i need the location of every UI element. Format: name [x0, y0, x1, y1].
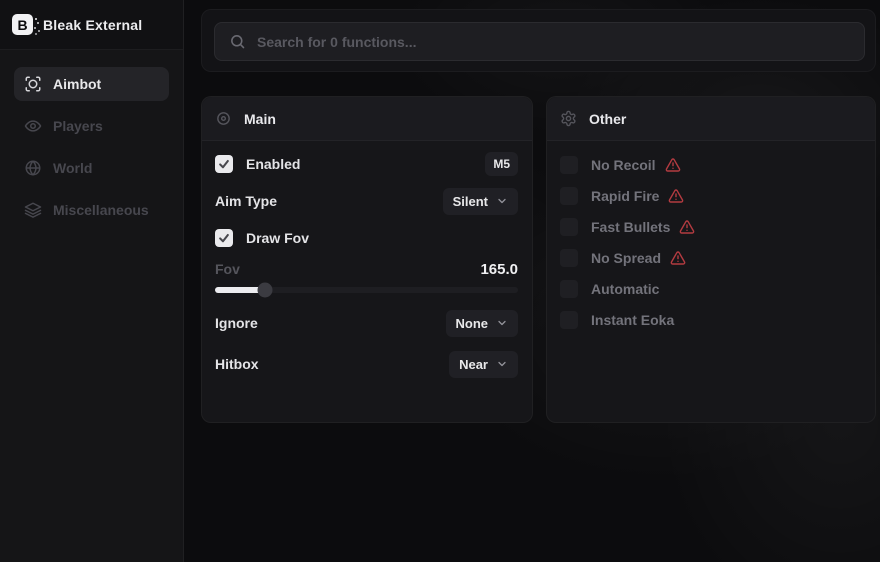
search-icon — [229, 33, 246, 50]
automatic-row: Automatic — [560, 277, 861, 301]
search-box[interactable] — [214, 22, 865, 61]
fov-label: Fov — [215, 261, 240, 277]
ignore-value: None — [456, 316, 489, 331]
panel-other-body: No Recoil Rapid Fire Fast Bullets No Spr… — [547, 153, 875, 332]
automatic-checkbox[interactable] — [560, 280, 578, 298]
draw-fov-checkbox[interactable] — [215, 229, 233, 247]
sidebar-item-label: World — [53, 160, 92, 176]
fov-slider-handle[interactable] — [257, 283, 272, 298]
ignore-select[interactable]: None — [446, 310, 519, 337]
aim-type-label: Aim Type — [215, 193, 277, 209]
panel-other-header: Other — [547, 97, 875, 141]
chevron-down-icon — [496, 317, 508, 329]
panel-title: Other — [589, 111, 626, 127]
aim-type-row: Aim Type Silent — [215, 187, 518, 215]
no-spread-label: No Spread — [591, 250, 661, 266]
panel-title: Main — [244, 111, 276, 127]
focus-icon — [24, 75, 42, 93]
fast-bullets-checkbox[interactable] — [560, 218, 578, 236]
check-icon — [218, 158, 230, 170]
hitbox-select[interactable]: Near — [449, 351, 518, 378]
check-icon — [218, 232, 230, 244]
no-spread-row: No Spread — [560, 246, 861, 270]
search-input[interactable] — [257, 34, 850, 50]
aim-type-select[interactable]: Silent — [443, 188, 518, 215]
fov-row: Fov 165.0 — [215, 259, 518, 279]
no-spread-checkbox[interactable] — [560, 249, 578, 267]
sidebar-nav: Aimbot Players World Miscellaneous — [0, 50, 183, 227]
sidebar: B Bleak External Aimbot Players World M — [0, 0, 184, 562]
no-recoil-label: No Recoil — [591, 157, 656, 173]
rapid-fire-row: Rapid Fire — [560, 184, 861, 208]
chevron-down-icon — [496, 195, 508, 207]
panel-main-header: Main — [202, 97, 532, 141]
sidebar-item-label: Aimbot — [53, 76, 101, 92]
panel-main-body: Enabled M5 Aim Type Silent Draw Fov Fov … — [202, 141, 532, 378]
fov-slider[interactable] — [215, 283, 518, 297]
target-icon — [215, 110, 232, 127]
enabled-label: Enabled — [246, 156, 300, 172]
sidebar-item-label: Miscellaneous — [53, 202, 149, 218]
app-logo: B — [12, 14, 33, 35]
draw-fov-label: Draw Fov — [246, 230, 309, 246]
draw-fov-row: Draw Fov — [215, 225, 518, 251]
sidebar-item-world[interactable]: World — [14, 151, 169, 185]
fov-value: 165.0 — [480, 261, 518, 278]
no-recoil-row: No Recoil — [560, 153, 861, 177]
ignore-label: Ignore — [215, 315, 258, 331]
enabled-row: Enabled M5 — [215, 151, 518, 177]
warning-icon — [670, 250, 686, 266]
sidebar-header: B Bleak External — [0, 0, 183, 50]
hitbox-label: Hitbox — [215, 356, 259, 372]
warning-icon — [665, 157, 681, 173]
panel-other: Other No Recoil Rapid Fire Fast Bullets — [546, 96, 876, 423]
sidebar-item-miscellaneous[interactable]: Miscellaneous — [14, 193, 169, 227]
rapid-fire-label: Rapid Fire — [591, 188, 659, 204]
warning-icon — [679, 219, 695, 235]
instant-eoka-label: Instant Eoka — [591, 312, 674, 328]
warning-icon — [668, 188, 684, 204]
aim-type-value: Silent — [453, 194, 488, 209]
eye-icon — [24, 117, 42, 135]
enabled-keybind-button[interactable]: M5 — [485, 152, 518, 176]
enabled-checkbox[interactable] — [215, 155, 233, 173]
fast-bullets-label: Fast Bullets — [591, 219, 670, 235]
layers-icon — [24, 201, 42, 219]
search-panel — [201, 9, 876, 72]
globe-icon — [24, 159, 42, 177]
hitbox-row: Hitbox Near — [215, 350, 518, 378]
app-title: Bleak External — [43, 17, 142, 33]
rapid-fire-checkbox[interactable] — [560, 187, 578, 205]
no-recoil-checkbox[interactable] — [560, 156, 578, 174]
instant-eoka-checkbox[interactable] — [560, 311, 578, 329]
ignore-row: Ignore None — [215, 309, 518, 337]
sidebar-item-label: Players — [53, 118, 103, 134]
gear-icon — [560, 110, 577, 127]
hitbox-value: Near — [459, 357, 488, 372]
automatic-label: Automatic — [591, 281, 659, 297]
sidebar-item-aimbot[interactable]: Aimbot — [14, 67, 169, 101]
panel-main: Main Enabled M5 Aim Type Silent Draw Fov — [201, 96, 533, 423]
fast-bullets-row: Fast Bullets — [560, 215, 861, 239]
chevron-down-icon — [496, 358, 508, 370]
instant-eoka-row: Instant Eoka — [560, 308, 861, 332]
sidebar-item-players[interactable]: Players — [14, 109, 169, 143]
